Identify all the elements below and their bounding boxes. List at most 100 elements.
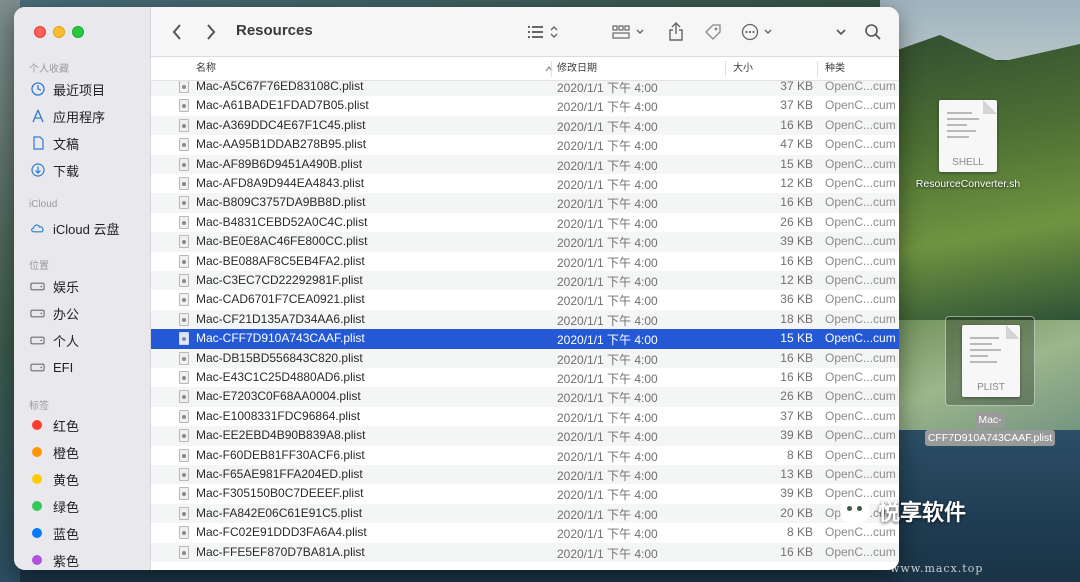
group-button[interactable] [612,21,648,43]
file-size: 12 KB [780,273,813,287]
back-button[interactable] [169,21,185,43]
table-row[interactable]: Mac-EE2EBD4B90B839A8.plist 2020/1/1 下午 4:… [151,426,899,446]
grid-icon [612,25,644,39]
disk-icon [30,306,45,321]
sidebar-item-tags-3[interactable]: 绿色 [30,495,145,517]
minimize-button[interactable] [53,26,65,38]
table-row[interactable]: Mac-AA95B1DDAB278B95.plist 2020/1/1 下午 4:… [151,135,899,154]
column-header: 名称 修改日期 大小 种类 [151,57,899,81]
table-row[interactable]: Mac-BE088AF8C5EB4FA2.plist 2020/1/1 下午 4:… [151,252,899,271]
file-date: 2020/1/1 下午 4:00 [557,372,658,386]
table-row[interactable]: Mac-FFE5EF870D7BA81A.plist 2020/1/1 下午 4:… [151,542,899,562]
table-row[interactable]: Mac-C3EC7CD22292981F.plist 2020/1/1 下午 4:… [151,271,899,291]
column-name-header[interactable]: 名称 [196,57,216,81]
file-date: 2020/1/1 下午 4:00 [557,100,658,115]
table-row[interactable]: Mac-F305150B0C7DEEEF.plist 2020/1/1 下午 4:… [151,484,899,503]
table-row[interactable]: Mac-BE0E8AC46FE800CC.plist 2020/1/1 下午 4:… [151,232,899,252]
file-name: Mac-F65AE981FFA204ED.plist [196,467,363,481]
column-kind-header[interactable]: 种类 [825,57,845,81]
table-row[interactable]: Mac-AF89B6D9451A490B.plist 2020/1/1 下午 4:… [151,154,899,174]
table-row-selected[interactable]: Mac-CFF7D910A743CAAF.plist 2020/1/1 下午 4:… [151,329,899,349]
table-row[interactable]: Mac-CAD6701F7CEA0921.plist 2020/1/1 下午 4:… [151,290,899,309]
sidebar-item-favorites-3[interactable]: 下载 [30,159,145,181]
fullscreen-button[interactable] [72,26,84,38]
table-row[interactable]: Mac-FA842E06C61E91C5.plist 2020/1/1 下午 4:… [151,503,899,524]
window-controls [34,26,84,38]
tag-color-dot [32,501,42,511]
tag-color-dot [32,474,42,484]
table-row[interactable]: Mac-CF21D135A7D34AA6.plist 2020/1/1 下午 4:… [151,309,899,330]
plist-file-icon [179,332,189,346]
file-size: 16 KB [780,544,813,559]
clock-icon [30,82,45,97]
file-date: 2020/1/1 下午 4:00 [557,255,658,270]
sidebar-item-tags-5[interactable]: 紫色 [30,549,145,570]
tag-color-dot [32,528,42,538]
file-size: 39 KB [780,234,813,249]
sidebar-item-label: 文稿 [53,136,80,152]
disk-icon [30,279,45,294]
search-button[interactable] [863,21,883,43]
table-row[interactable]: Mac-F65AE981FFA204ED.plist 2020/1/1 下午 4:… [151,465,899,485]
sidebar-item-locations-2[interactable]: 个人 [30,329,145,351]
table-row[interactable]: Mac-A61BADE1FDAD7B05.plist 2020/1/1 下午 4:… [151,96,899,115]
forward-button[interactable] [203,21,219,43]
sidebar-item-tags-4[interactable]: 蓝色 [30,522,145,544]
file-kind: OpenC...cum [825,544,896,559]
sidebar-item-locations-1[interactable]: 办公 [30,302,145,324]
sidebar-item-favorites-0[interactable]: 最近项目 [30,78,145,100]
file-kind: OpenC...cum [825,195,896,210]
file-kind: OpenC...cum [825,525,896,540]
share-button[interactable] [667,21,685,43]
table-row[interactable]: Mac-A5C67F76ED83108C.plist 2020/1/1 下午 4:… [151,81,899,97]
file-size: 39 KB [780,486,813,501]
tag-color-dot [32,447,42,457]
tag-button[interactable] [703,21,723,43]
sidebar-item-favorites-1[interactable]: 应用程序 [30,105,145,127]
column-date-header[interactable]: 修改日期 [557,57,597,81]
plist-file-icon [179,351,189,365]
table-row[interactable]: Mac-B4831CEBD52A0C4C.plist 2020/1/1 下午 4:… [151,213,899,232]
more-actions-button[interactable] [741,21,777,43]
sidebar-item-tags-2[interactable]: 黄色 [30,468,145,490]
list-view-icon [528,26,558,38]
tag-color-dot [32,555,42,565]
table-row[interactable]: Mac-E43C1C25D4880AD6.plist 2020/1/1 下午 4:… [151,368,899,387]
search-icon [865,24,881,40]
desktop-file-label: ResourceConverter.sh [915,178,1021,190]
desktop-file-shell[interactable]: SHELL ResourceConverter.sh [898,100,1038,190]
window-title: Resources [236,22,313,39]
file-kind: OpenC...cum [825,311,896,326]
table-row[interactable]: Mac-E7203C0F68AA0004.plist 2020/1/1 下午 4:… [151,387,899,407]
file-date: 2020/1/1 下午 4:00 [557,546,658,561]
table-row[interactable]: Mac-DB15BD556843C820.plist 2020/1/1 下午 4:… [151,348,899,368]
plist-file-icon [179,274,189,287]
desktop-file-plist[interactable]: PLIST Mac- CFF7D910A743CAAF.plist [905,316,1075,446]
sidebar-item-icloud-0[interactable]: iCloud 云盘 [30,217,145,239]
sidebar-item-locations-0[interactable]: 娱乐 [30,275,145,297]
list-view-button[interactable] [527,21,561,43]
download-icon [30,163,45,178]
sidebar-item-tags-1[interactable]: 橙色 [30,441,145,463]
sidebar-item-tags-0[interactable]: 红色 [30,414,145,436]
sidebar-item-locations-3[interactable]: EFI [30,356,145,378]
table-row[interactable]: Mac-E1008331FDC96864.plist 2020/1/1 下午 4:… [151,407,899,426]
table-row[interactable]: Mac-FC02E91DDD3FA6A4.plist 2020/1/1 下午 4:… [151,523,899,542]
file-date: 2020/1/1 下午 4:00 [557,410,658,425]
file-kind: OpenC...cum [825,447,896,462]
expand-toolbar-button[interactable] [834,21,848,43]
close-button[interactable] [34,26,46,38]
file-date: 2020/1/1 下午 4:00 [557,391,658,406]
selection-frame: PLIST [945,316,1035,406]
file-kind: OpenC...cum [825,137,896,152]
table-row[interactable]: Mac-F60DEB81FF30ACF6.plist 2020/1/1 下午 4:… [151,446,899,465]
column-size-header[interactable]: 大小 [733,57,753,81]
table-row[interactable]: Mac-B809C3757DA9BB8D.plist 2020/1/1 下午 4:… [151,193,899,213]
plist-file-icon [179,293,189,307]
sidebar-item-favorites-2[interactable]: 文稿 [30,132,145,154]
table-row[interactable]: Mac-AFD8A9D944EA4843.plist 2020/1/1 下午 4:… [151,174,899,193]
ellipsis-circle-icon [741,23,772,41]
table-row[interactable]: Mac-A369DDC4E67F1C45.plist 2020/1/1 下午 4:… [151,115,899,136]
tag-color-dot [32,420,42,430]
file-size: 26 KB [780,214,813,229]
